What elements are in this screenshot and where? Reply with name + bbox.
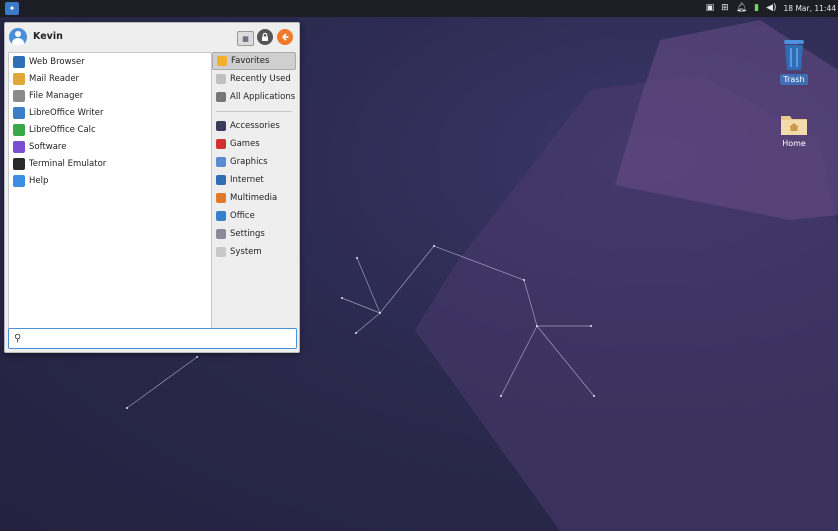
category-label: Multimedia: [230, 193, 278, 203]
app-item-label: Mail Reader: [29, 73, 80, 84]
category-graphics[interactable]: Graphics: [212, 153, 296, 171]
lock-screen-button[interactable]: [257, 29, 273, 45]
lock-icon: [262, 32, 268, 41]
games-icon: [216, 139, 226, 149]
app-item-libreoffice-writer[interactable]: LibreOffice Writer: [9, 104, 211, 121]
app-item-mail-reader[interactable]: Mail Reader: [9, 70, 211, 87]
internet-icon: [216, 175, 226, 185]
category-multimedia[interactable]: Multimedia: [212, 189, 296, 207]
category-all-applications[interactable]: All Applications: [212, 88, 296, 106]
app-item-label: Software: [29, 141, 67, 152]
category-favorites[interactable]: Favorites: [212, 52, 296, 70]
category-label: Settings: [230, 229, 265, 239]
clock-icon: [216, 74, 226, 84]
system-tray: ▣ ⊞ 🔔︎ ▮ ◀) 18 Mar, 11:44: [706, 0, 838, 17]
log-out-icon: [281, 33, 289, 41]
log-out-button[interactable]: [277, 29, 293, 45]
app-item-label: Terminal Emulator: [29, 158, 107, 169]
app-item-software[interactable]: Software: [9, 138, 211, 155]
category-system[interactable]: System: [212, 243, 296, 261]
app-item-libreoffice-calc[interactable]: LibreOffice Calc: [9, 121, 211, 138]
app-item-terminal-emulator[interactable]: Terminal Emulator: [9, 155, 211, 172]
app-item-label: LibreOffice Writer: [29, 107, 104, 118]
app-item-file-manager[interactable]: File Manager: [9, 87, 211, 104]
mail-icon: [13, 72, 25, 85]
office-icon: [216, 211, 226, 221]
desktop-icon-home[interactable]: Home: [769, 112, 819, 149]
category-label: Office: [230, 211, 255, 221]
category-settings[interactable]: Settings: [212, 225, 296, 243]
clock[interactable]: 18 Mar, 11:44: [784, 4, 836, 13]
category-label: Graphics: [230, 157, 268, 167]
graphics-icon: [216, 157, 226, 167]
app-item-help[interactable]: Help: [9, 172, 211, 189]
menu-header: Kevin ▦: [5, 23, 299, 51]
home-label: Home: [782, 139, 806, 148]
category-separator: [216, 111, 292, 112]
accessories-icon: [216, 121, 226, 131]
favorites-list: Web Browser Mail Reader File Manager LibreO…: [8, 52, 212, 347]
app-item-label: Help: [29, 175, 49, 186]
top-panel: ✦ ▣ ⊞ 🔔︎ ▮ ◀) 18 Mar, 11:44: [0, 0, 838, 17]
settings-icon: ▦: [242, 34, 249, 43]
category-label: Accessories: [230, 121, 280, 131]
home-folder-icon: [781, 116, 807, 135]
xfce-logo-icon: ✦: [8, 4, 16, 13]
folder-icon: [13, 89, 25, 102]
category-internet[interactable]: Internet: [212, 171, 296, 189]
software-icon: [13, 140, 25, 153]
clipboard-icon[interactable]: ▣: [706, 0, 715, 17]
settings-icon: [216, 229, 226, 239]
trash-icon: [784, 40, 804, 70]
category-accessories[interactable]: Accessories: [212, 117, 296, 135]
battery-icon[interactable]: ▮: [754, 0, 759, 17]
calc-icon: [13, 123, 25, 136]
app-item-label: File Manager: [29, 90, 84, 101]
volume-icon[interactable]: ◀): [766, 0, 776, 17]
app-item-web-browser[interactable]: Web Browser: [9, 53, 211, 70]
app-item-label: Web Browser: [29, 56, 85, 67]
category-label: Recently Used: [230, 74, 291, 84]
desktop-icon-trash[interactable]: Trash: [769, 38, 819, 85]
globe-icon: [13, 55, 25, 68]
category-label: Favorites: [231, 56, 270, 66]
multimedia-icon: [216, 193, 226, 203]
notification-bell-icon[interactable]: 🔔︎: [736, 0, 747, 17]
username: Kevin: [33, 31, 63, 42]
whisker-menu: Kevin ▦ Web Browser Mail Reader File Manag…: [4, 22, 300, 353]
category-label: All Applications: [230, 92, 296, 102]
app-item-label: LibreOffice Calc: [29, 124, 96, 135]
search-field[interactable]: ⚲: [8, 328, 297, 349]
terminal-icon: [13, 157, 25, 170]
category-games[interactable]: Games: [212, 135, 296, 153]
category-label: Games: [230, 139, 260, 149]
star-icon: [217, 56, 227, 66]
search-icon: ⚲: [14, 333, 22, 344]
category-label: System: [230, 247, 262, 257]
network-icon[interactable]: ⊞: [721, 0, 729, 17]
category-list: Favorites Recently Used All Applications A…: [212, 52, 296, 261]
category-office[interactable]: Office: [212, 207, 296, 225]
applications-menu-button[interactable]: ✦: [5, 2, 19, 15]
system-icon: [216, 247, 226, 257]
trash-label: Trash: [780, 74, 808, 85]
settings-manager-button[interactable]: ▦: [237, 31, 254, 46]
category-label: Internet: [230, 175, 264, 185]
help-icon: [13, 174, 25, 187]
avatar: [9, 28, 27, 46]
category-recently-used[interactable]: Recently Used: [212, 70, 296, 88]
writer-icon: [13, 106, 25, 119]
apps-icon: [216, 92, 226, 102]
